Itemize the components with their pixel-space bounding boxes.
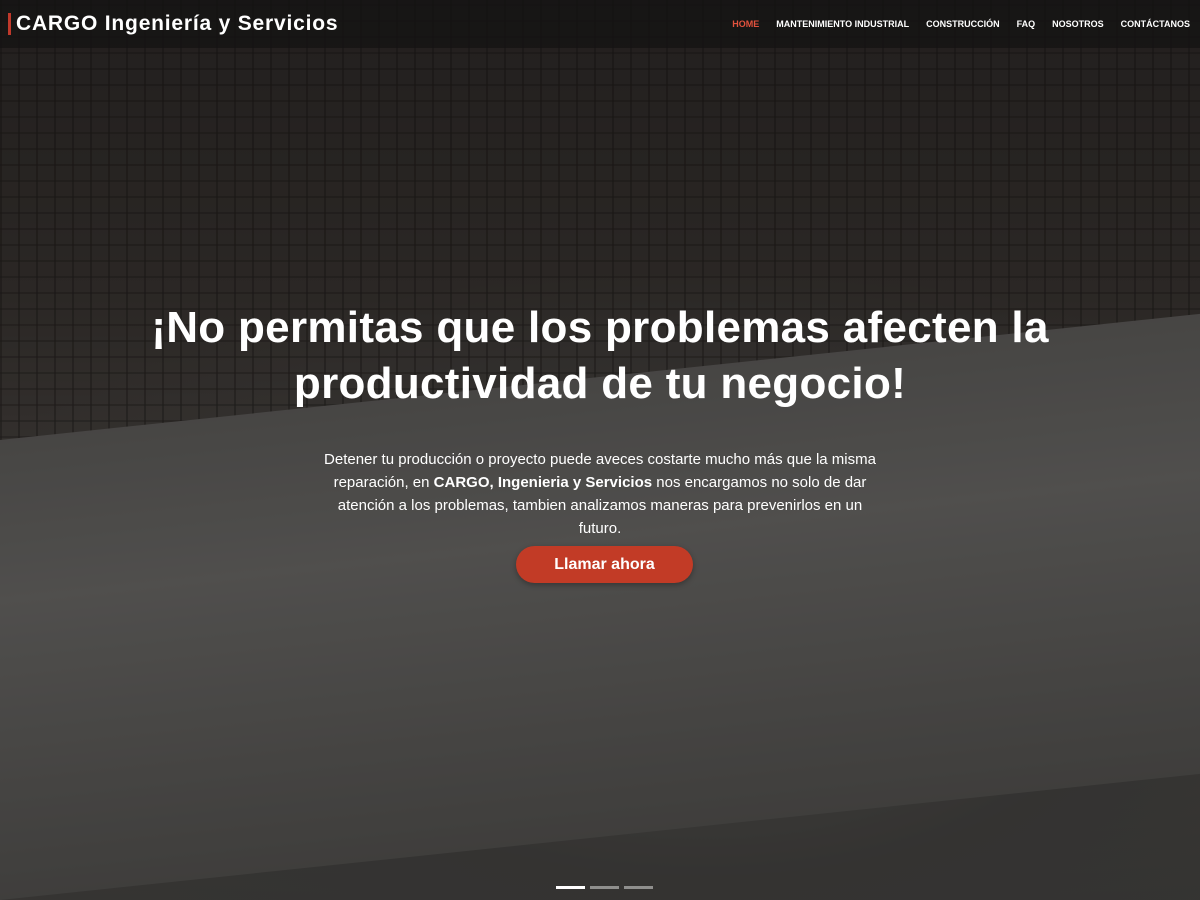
nav-item-faq[interactable]: FAQ bbox=[1017, 19, 1036, 29]
nav-item-home[interactable]: HOME bbox=[732, 19, 759, 29]
slider-dot-3[interactable] bbox=[624, 886, 653, 889]
slider-dot-1[interactable] bbox=[556, 886, 585, 889]
slider-dot-2[interactable] bbox=[590, 886, 619, 889]
nav-item-contactanos[interactable]: CONTÁCTANOS bbox=[1121, 19, 1190, 29]
hero-description: Detener tu producción o proyecto puede a… bbox=[320, 448, 880, 540]
hero-description-company: CARGO, Ingenieria y Servicios bbox=[433, 474, 653, 491]
main-nav: HOME MANTENIMIENTO INDUSTRIAL CONSTRUCCI… bbox=[732, 0, 1190, 48]
hero-headline-line1: ¡No permitas que los problemas afecten l… bbox=[151, 303, 1049, 352]
site-header: CARGO Ingeniería y Servicios HOME MANTEN… bbox=[0, 0, 1200, 48]
brand-logo-text[interactable]: CARGO Ingeniería y Servicios bbox=[16, 12, 338, 36]
call-now-button[interactable]: Llamar ahora bbox=[516, 546, 693, 583]
nav-item-nosotros[interactable]: NOSOTROS bbox=[1052, 19, 1104, 29]
nav-item-construccion[interactable]: CONSTRUCCIÓN bbox=[926, 19, 1000, 29]
hero-headline: ¡No permitas que los problemas afecten l… bbox=[50, 300, 1150, 412]
hero-headline-line2: productividad de tu negocio! bbox=[293, 359, 907, 408]
brand-accent-bar bbox=[8, 13, 11, 35]
nav-item-mantenimiento-industrial[interactable]: MANTENIMIENTO INDUSTRIAL bbox=[776, 19, 909, 29]
slider-indicators bbox=[556, 886, 653, 889]
hero-content: ¡No permitas que los problemas afecten l… bbox=[0, 300, 1200, 540]
